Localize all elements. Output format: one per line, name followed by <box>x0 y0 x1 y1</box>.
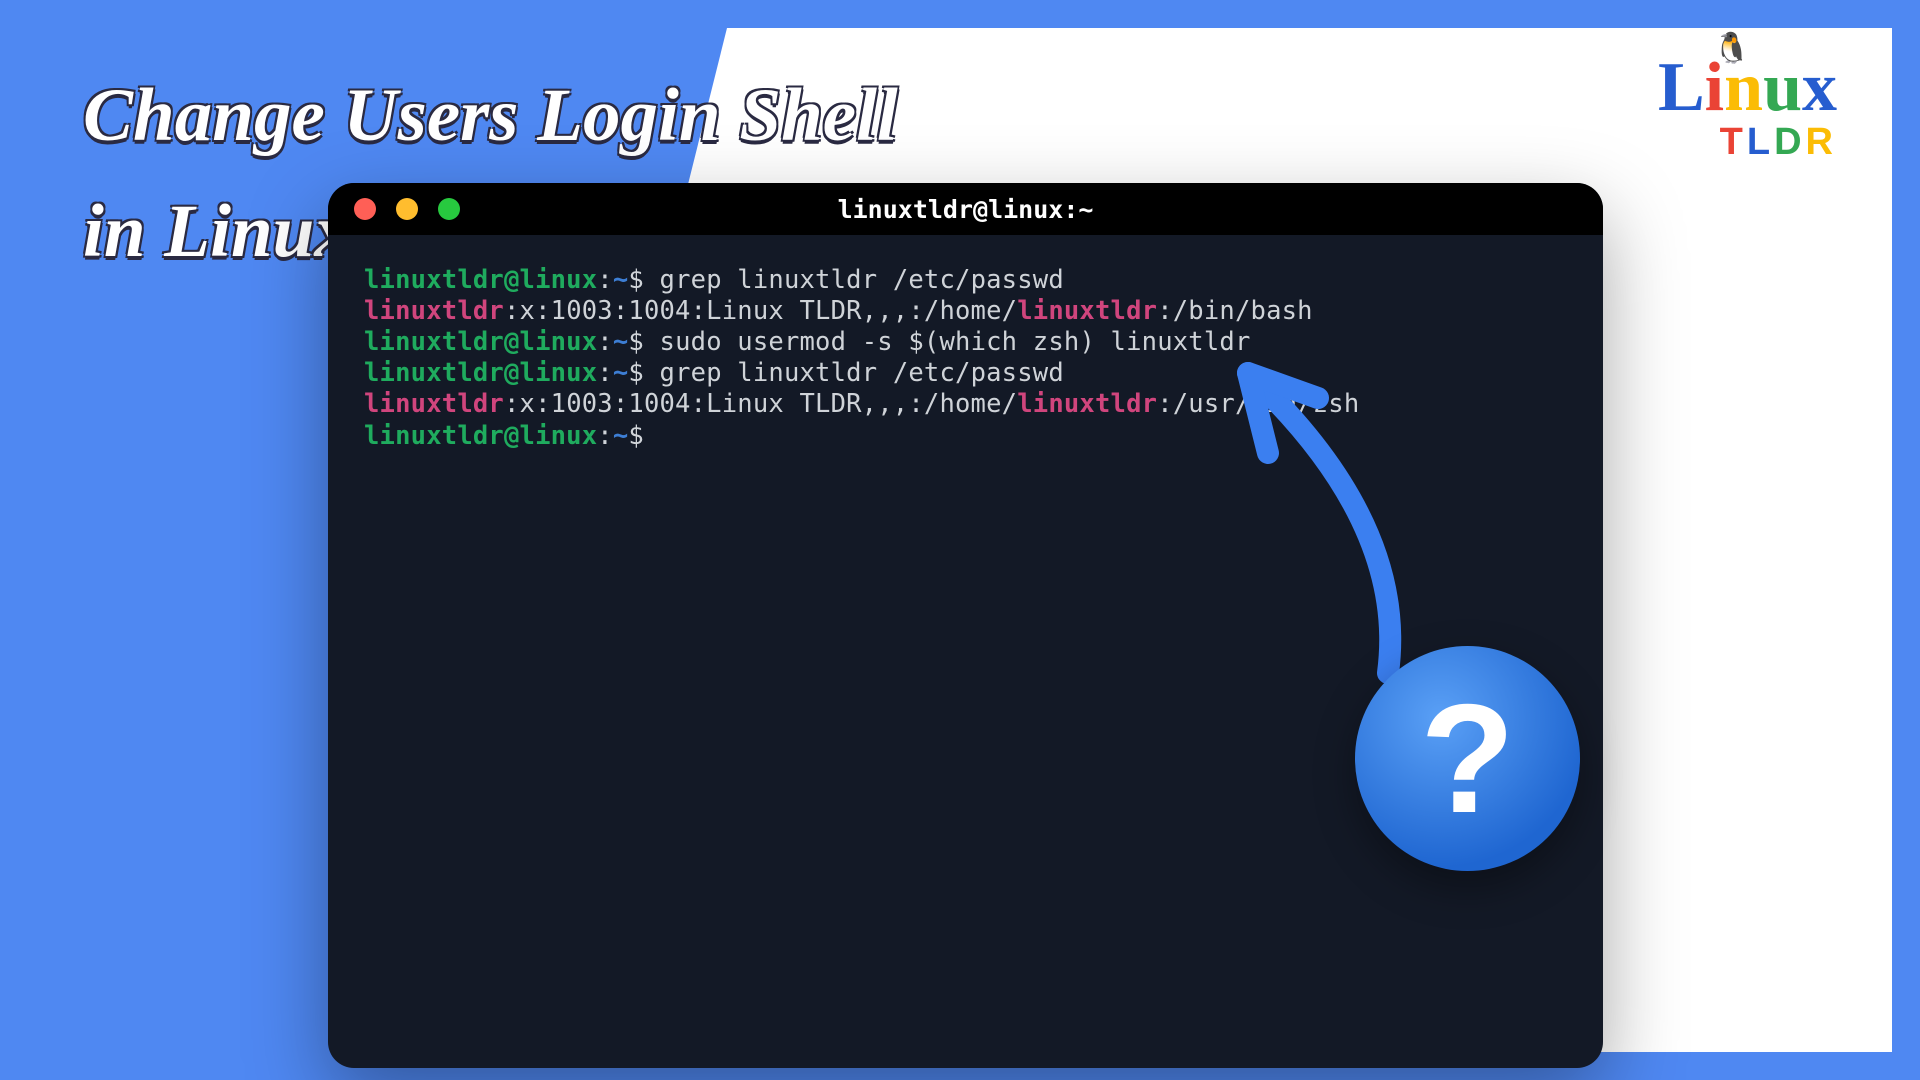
terminal-line: linuxtldr@linux:~$ grep linuxtldr /etc/p… <box>364 358 1567 389</box>
question-mark-icon: ? <box>1420 670 1515 848</box>
penguin-icon: 🐧 <box>1713 31 1750 66</box>
tldr-T: T <box>1720 121 1747 163</box>
question-badge: ? <box>1355 646 1580 871</box>
maximize-icon[interactable] <box>438 198 460 220</box>
logo-x: x <box>1802 49 1837 126</box>
minimize-icon[interactable] <box>396 198 418 220</box>
close-icon[interactable] <box>354 198 376 220</box>
terminal-body[interactable]: linuxtldr@linux:~$ grep linuxtldr /etc/p… <box>328 235 1603 482</box>
terminal-titlebar: linuxtldr@linux:~ <box>328 183 1603 235</box>
tldr-R: R <box>1806 121 1837 163</box>
slide-frame: Change Users Login Shellin Linux 🐧 Linux… <box>28 28 1892 1052</box>
terminal-title-text: linuxtldr@linux:~ <box>838 195 1094 224</box>
brand-logo: 🐧 Linux TLDR <box>1658 53 1837 164</box>
terminal-line: linuxtldr:x:1003:1004:Linux TLDR,,,:/hom… <box>364 296 1567 327</box>
tldr-L: L <box>1747 121 1774 163</box>
terminal-line: linuxtldr@linux:~$ <box>364 421 1567 452</box>
tldr-D: D <box>1774 121 1805 163</box>
logo-u: u <box>1763 49 1802 126</box>
logo-L: L <box>1658 49 1705 126</box>
traffic-lights <box>354 198 460 220</box>
logo-tldr: TLDR <box>1658 121 1837 164</box>
terminal-line: linuxtldr@linux:~$ grep linuxtldr /etc/p… <box>364 265 1567 296</box>
terminal-line: linuxtldr:x:1003:1004:Linux TLDR,,,:/hom… <box>364 389 1567 420</box>
terminal-window: linuxtldr@linux:~ linuxtldr@linux:~$ gre… <box>328 183 1603 1068</box>
terminal-line: linuxtldr@linux:~$ sudo usermod -s $(whi… <box>364 327 1567 358</box>
